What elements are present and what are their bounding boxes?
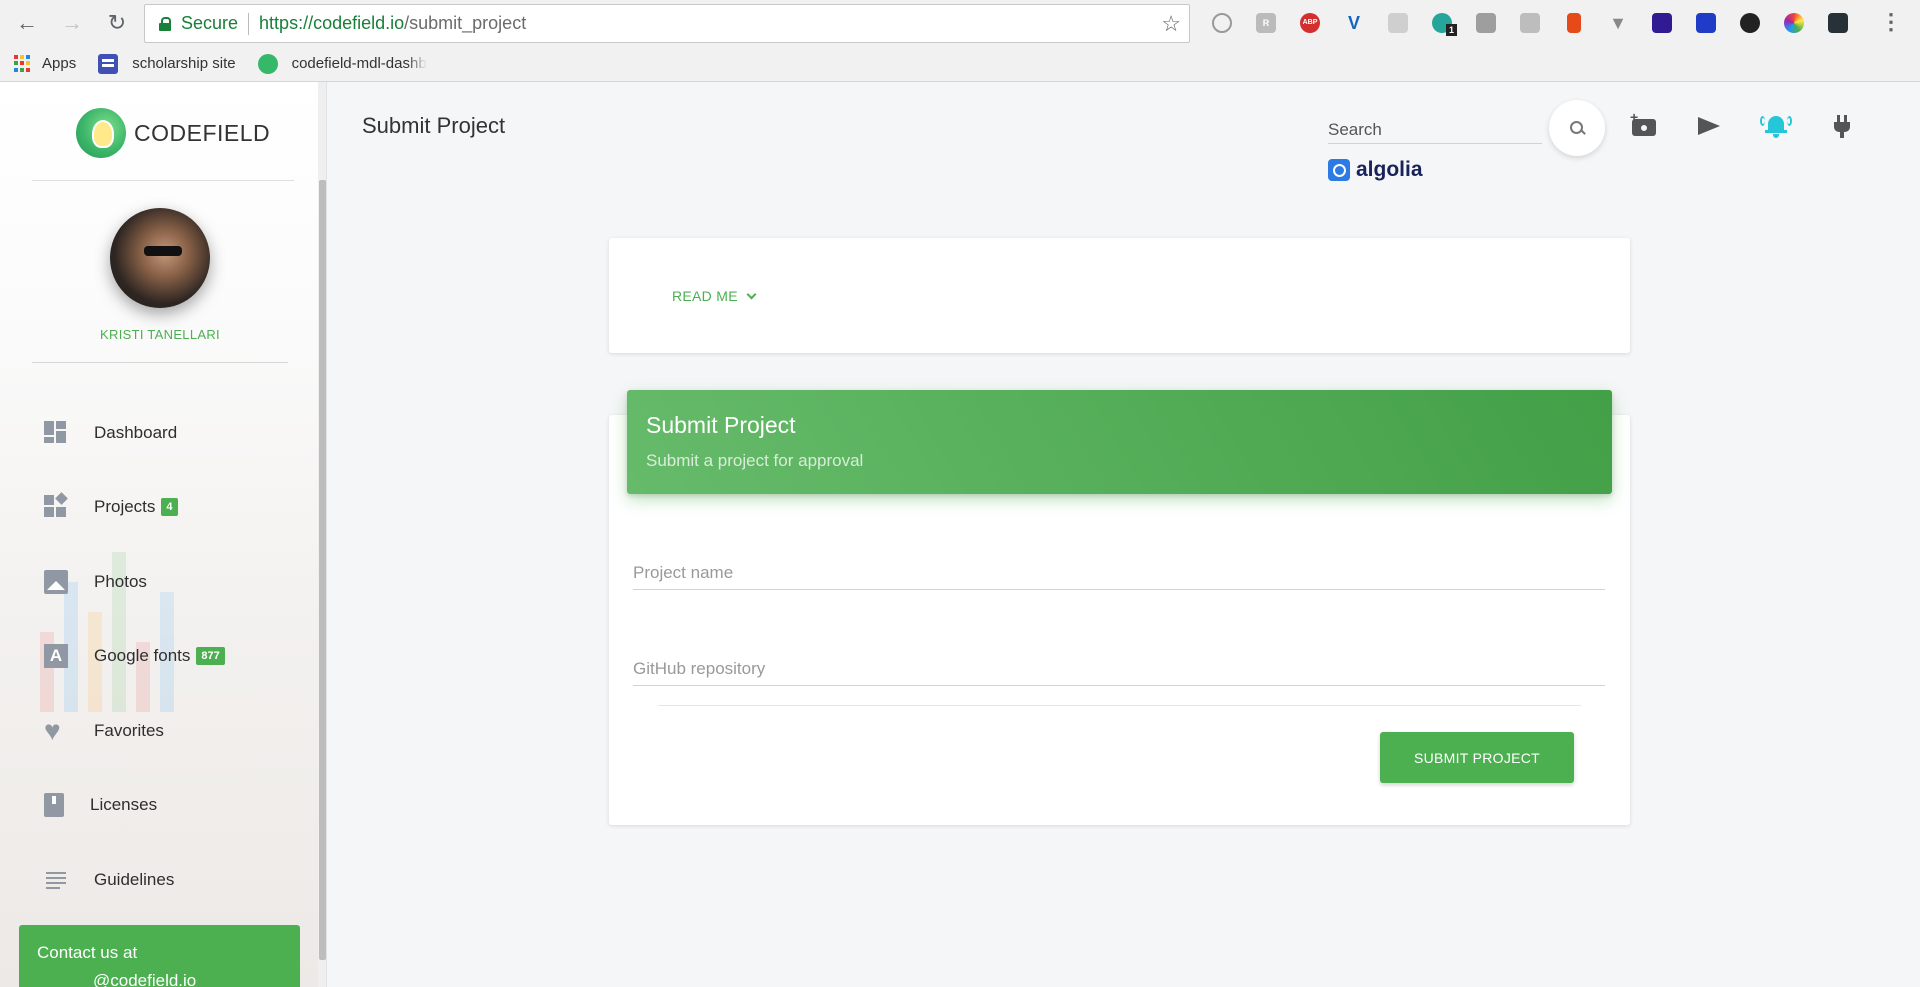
projects-count-badge: 4 xyxy=(161,498,178,516)
projects-icon xyxy=(44,492,68,519)
algolia-label: algolia xyxy=(1356,158,1423,181)
bookmark-label: Apps xyxy=(42,55,77,72)
lines-icon xyxy=(44,868,68,892)
sidebar-item-label: Dashboard xyxy=(94,423,178,442)
algolia-badge[interactable]: algolia xyxy=(1328,158,1423,182)
plug-icon[interactable] xyxy=(1828,112,1856,140)
forward-button[interactable]: → xyxy=(59,10,85,36)
apps-grid-icon xyxy=(14,54,32,73)
secure-label: Secure xyxy=(181,13,239,33)
triangle-ext-icon[interactable]: ▼ xyxy=(1596,10,1640,36)
github-repository-input[interactable] xyxy=(633,644,1605,684)
sidebar-item-label: Projects xyxy=(94,497,156,516)
project-name-input[interactable] xyxy=(633,548,1605,588)
sidebar-item-google-fonts[interactable]: A Google fonts 877 xyxy=(44,641,225,671)
search-input[interactable] xyxy=(1328,118,1542,142)
submit-project-button[interactable]: SUBMIT PROJECT xyxy=(1380,732,1574,783)
sidebar-item-favorites[interactable]: ♥ Favorites xyxy=(44,716,164,746)
bookmark-apps[interactable]: Apps xyxy=(14,54,77,73)
page-icon xyxy=(98,53,119,74)
extensions-bar: R ABP V 1 ▼ xyxy=(1200,10,1860,36)
moon-ext-icon[interactable] xyxy=(1640,10,1684,36)
sidebar-item-label: Favorites xyxy=(94,721,164,740)
sidebar-item-guidelines[interactable]: Guidelines xyxy=(44,865,174,895)
send-icon[interactable] xyxy=(1696,112,1724,140)
contact-email[interactable]: @codefield.io xyxy=(37,971,282,987)
search-button[interactable] xyxy=(1549,100,1605,156)
bookmarks-bar: Apps scholarship site codefield-mdl-dash… xyxy=(0,46,1920,82)
readme-card: READ ME xyxy=(609,238,1630,353)
address-bar[interactable]: Secure https://codefield.io/submit_proje… xyxy=(144,4,1190,43)
divider xyxy=(658,705,1581,706)
sidebar-item-label: Photos xyxy=(94,572,147,591)
search-field[interactable] xyxy=(1328,118,1542,144)
sidebar-item-label: Licenses xyxy=(90,795,158,814)
algolia-logo-icon xyxy=(1328,159,1350,181)
abp-ext-icon[interactable]: ABP xyxy=(1288,10,1332,36)
sidebar: CODEFIELD KRISTI TANELLARI Dashboard Pro… xyxy=(0,82,320,987)
sidebar-item-label: Guidelines xyxy=(94,870,175,889)
search-icon xyxy=(1570,121,1584,135)
reload-button[interactable]: ↻ xyxy=(104,10,130,36)
contact-title: Contact us at xyxy=(37,943,138,962)
url-path: /submit_project xyxy=(404,13,527,33)
codefield-favicon-icon xyxy=(257,53,278,74)
bookmark-scholarship-site[interactable]: scholarship site xyxy=(98,53,236,74)
avatar[interactable] xyxy=(110,208,210,308)
project-name-field[interactable] xyxy=(633,548,1605,590)
notification-bell-icon[interactable] xyxy=(1760,112,1792,140)
add-photo-icon[interactable]: + xyxy=(1630,110,1658,140)
eye-ext-icon[interactable]: 1 xyxy=(1420,10,1464,36)
sidebar-item-label: Google fonts xyxy=(94,646,191,665)
brand-name: CODEFIELD xyxy=(134,119,271,146)
browser-menu-icon[interactable]: ⋮ xyxy=(1880,11,1902,33)
sidebar-item-licenses[interactable]: Licenses xyxy=(44,790,157,820)
brand[interactable]: CODEFIELD xyxy=(76,108,270,158)
sidebar-item-photos[interactable]: Photos xyxy=(44,567,147,597)
dashboard-icon xyxy=(44,421,68,445)
contact-panel: Contact us at @codefield.io xyxy=(19,925,300,987)
bookmark-label: scholarship site xyxy=(132,55,236,72)
lock-icon xyxy=(159,16,171,31)
heart-icon: ♥ xyxy=(44,715,61,746)
bookmark-codefield-dashboard[interactable]: codefield-mdl-dashb xyxy=(257,53,427,74)
user-name[interactable]: KRISTI TANELLARI xyxy=(0,327,320,342)
bookmark-star-icon[interactable]: ☆ xyxy=(1161,11,1181,37)
sidebar-item-projects[interactable]: Projects 4 xyxy=(44,492,178,522)
dark-ext-icon[interactable] xyxy=(1816,10,1860,36)
circle-ext-icon[interactable] xyxy=(1200,10,1244,36)
page-title: Submit Project xyxy=(362,113,506,138)
url-host: https://codefield.io xyxy=(259,13,405,33)
sidebar-item-dashboard[interactable]: Dashboard xyxy=(44,418,177,448)
divider xyxy=(32,362,288,363)
window-ext-icon[interactable] xyxy=(1508,10,1552,36)
eye-ext-badge: 1 xyxy=(1446,24,1458,36)
browser-toolbar: ← → ↻ Secure https://codefield.io/submit… xyxy=(0,0,1920,46)
color-wheel-ext-icon[interactable] xyxy=(1772,10,1816,36)
github-repository-field[interactable] xyxy=(633,644,1605,686)
book-icon xyxy=(44,793,64,817)
fonts-count-badge: 877 xyxy=(196,647,225,665)
camera-ext-icon[interactable] xyxy=(1376,10,1420,36)
bookmark-label: codefield-mdl-dashb xyxy=(291,55,427,72)
photo-icon xyxy=(44,570,68,594)
form-header: Submit Project Submit a project for appr… xyxy=(627,390,1612,494)
divider xyxy=(32,180,294,181)
r-ext-icon[interactable]: R xyxy=(1244,10,1288,36)
codefield-logo-icon xyxy=(76,108,126,158)
blue-ext-icon[interactable] xyxy=(1684,10,1728,36)
font-icon: A xyxy=(44,644,68,668)
readme-toggle[interactable]: READ ME xyxy=(672,288,757,304)
v-ext-icon[interactable]: V xyxy=(1332,10,1376,36)
chevron-down-icon xyxy=(746,289,757,299)
form-subtitle: Submit a project for approval xyxy=(646,451,864,470)
back-button[interactable]: ← xyxy=(14,10,40,36)
flame-ext-icon[interactable] xyxy=(1728,10,1772,36)
readme-label: READ ME xyxy=(672,288,738,304)
form-title: Submit Project xyxy=(646,412,796,438)
grid-ext-icon[interactable] xyxy=(1464,10,1508,36)
sidebar-scrollbar-thumb[interactable] xyxy=(319,180,326,960)
doc-ext-icon[interactable] xyxy=(1552,10,1596,36)
